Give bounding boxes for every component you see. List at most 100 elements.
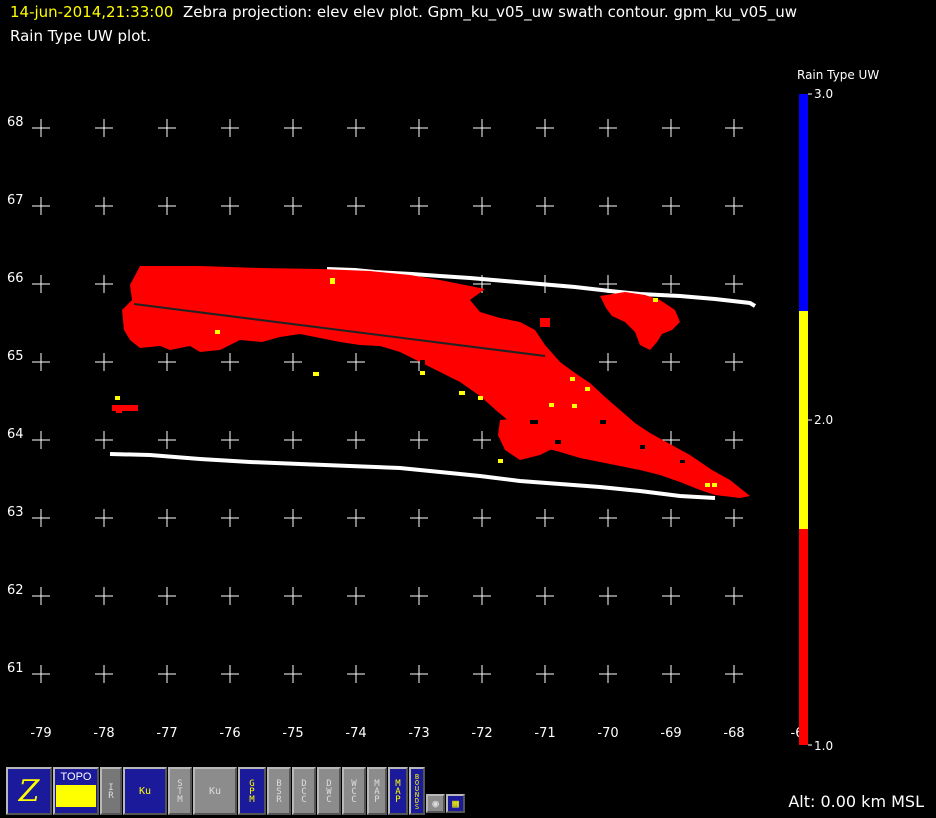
gpm-ku-v5-button[interactable]: Ku xyxy=(193,767,237,815)
stm-button[interactable]: STM xyxy=(168,767,192,815)
grid-cross xyxy=(221,587,239,605)
bounds-label: BOUNDS xyxy=(413,773,421,809)
longitude-label: -69 xyxy=(660,726,681,741)
grid-cross xyxy=(410,119,428,137)
grid-cross xyxy=(95,431,113,449)
longitude-label: -73 xyxy=(408,726,429,741)
grid-cross xyxy=(536,119,554,137)
map-button[interactable]: MAP xyxy=(367,767,387,815)
grid-cross xyxy=(284,353,302,371)
grid-cross xyxy=(662,197,680,215)
bsr-label: BSR xyxy=(274,779,284,803)
wcc-button[interactable]: WCC xyxy=(342,767,366,815)
grid-cross xyxy=(221,431,239,449)
grid-cross xyxy=(221,353,239,371)
grid-cross xyxy=(599,197,617,215)
dcc-button[interactable]: DCC xyxy=(292,767,316,815)
grid-cross xyxy=(95,197,113,215)
dwc-button[interactable]: DWC xyxy=(317,767,341,815)
grid-cross xyxy=(725,119,743,137)
colorbar xyxy=(799,93,812,746)
grid-cross xyxy=(158,587,176,605)
grid-cross xyxy=(662,509,680,527)
grid-button[interactable]: ▦ xyxy=(446,794,465,813)
bsr-button[interactable]: BSR xyxy=(267,767,291,815)
grid-cross xyxy=(158,431,176,449)
target-button[interactable]: ◉ xyxy=(426,794,445,813)
grid-cross xyxy=(473,509,491,527)
bounds-button[interactable]: BOUNDS xyxy=(409,767,425,815)
satellite-ir-button[interactable]: IR xyxy=(100,767,122,815)
colorbar-label-bottom: 1.0 xyxy=(814,739,834,753)
grid-cross xyxy=(95,275,113,293)
grid-cross xyxy=(158,119,176,137)
gpm-ku-button[interactable]: Ku xyxy=(123,767,167,815)
gpm-ku-icon: Ku xyxy=(138,785,152,797)
grid-cross xyxy=(536,509,554,527)
grid-cross xyxy=(473,431,491,449)
grid-cross xyxy=(599,119,617,137)
colorbar-segment-high xyxy=(799,94,808,311)
grid-cross xyxy=(95,353,113,371)
grid-cross xyxy=(32,197,50,215)
grid-cross xyxy=(95,509,113,527)
map-plot[interactable]: 68 67 66 65 64 63 62 61 -79 -78 -77 -76 -75 -74 -73 -7… xyxy=(0,0,936,760)
grid-cross xyxy=(599,665,617,683)
grid-cross xyxy=(347,119,365,137)
grid-cross xyxy=(347,431,365,449)
grid-cross xyxy=(284,431,302,449)
grid-cross xyxy=(32,665,50,683)
grid-cross xyxy=(284,197,302,215)
grid-cross xyxy=(662,587,680,605)
topo-label: TOPO xyxy=(60,771,92,783)
colorbar-label-top: 3.0 xyxy=(814,87,834,101)
map-yellow-button[interactable]: MAP xyxy=(388,767,408,815)
grid-cross xyxy=(725,509,743,527)
grid-cross xyxy=(32,119,50,137)
grid-cross xyxy=(347,353,365,371)
latitude-label: 65 xyxy=(7,349,24,364)
longitude-label: -79 xyxy=(30,726,51,741)
grid-cross xyxy=(221,665,239,683)
grid-cross xyxy=(221,509,239,527)
zebra-logo-button[interactable]: Z xyxy=(6,767,52,815)
gpm-csf-button[interactable]: GPM xyxy=(238,767,266,815)
grid-cross xyxy=(662,353,680,371)
latitude-label: 62 xyxy=(7,583,24,598)
grid-cross xyxy=(725,197,743,215)
stm-label: STM xyxy=(175,779,185,803)
lat-lon-grid xyxy=(32,119,743,683)
map-icon: MAP xyxy=(372,779,382,803)
longitude-label: -75 xyxy=(282,726,303,741)
grid-cross xyxy=(32,275,50,293)
longitude-label: -78 xyxy=(93,726,114,741)
grid-cross xyxy=(536,665,554,683)
latitude-label: 63 xyxy=(7,505,24,520)
colorbar-title: Rain Type UW xyxy=(797,68,880,82)
grid-cross xyxy=(158,509,176,527)
wcc-label: WCC xyxy=(349,779,359,803)
grid-cross xyxy=(599,353,617,371)
topo-button[interactable]: TOPO xyxy=(53,767,99,815)
grid-icon: ▦ xyxy=(452,797,459,810)
target-icon: ◉ xyxy=(432,797,439,810)
grid-cross xyxy=(347,665,365,683)
grid-cross xyxy=(32,509,50,527)
latitude-label: 67 xyxy=(7,193,24,208)
grid-cross xyxy=(599,587,617,605)
dwc-label: DWC xyxy=(324,779,334,803)
grid-cross xyxy=(599,509,617,527)
grid-cross xyxy=(32,587,50,605)
grid-cross xyxy=(95,587,113,605)
grid-cross xyxy=(95,665,113,683)
longitude-label: -77 xyxy=(156,726,177,741)
grid-cross xyxy=(410,197,428,215)
map-yellow-icon: MAP xyxy=(393,779,403,803)
longitude-labels: -79 -78 -77 -76 -75 -74 -73 -72 -71 -70 -69 -68 -6 xyxy=(30,726,803,741)
latitude-label: 64 xyxy=(7,427,24,442)
grid-cross xyxy=(662,665,680,683)
longitude-label: -71 xyxy=(534,726,555,741)
grid-cross xyxy=(410,665,428,683)
grid-cross xyxy=(158,353,176,371)
grid-cross xyxy=(662,119,680,137)
